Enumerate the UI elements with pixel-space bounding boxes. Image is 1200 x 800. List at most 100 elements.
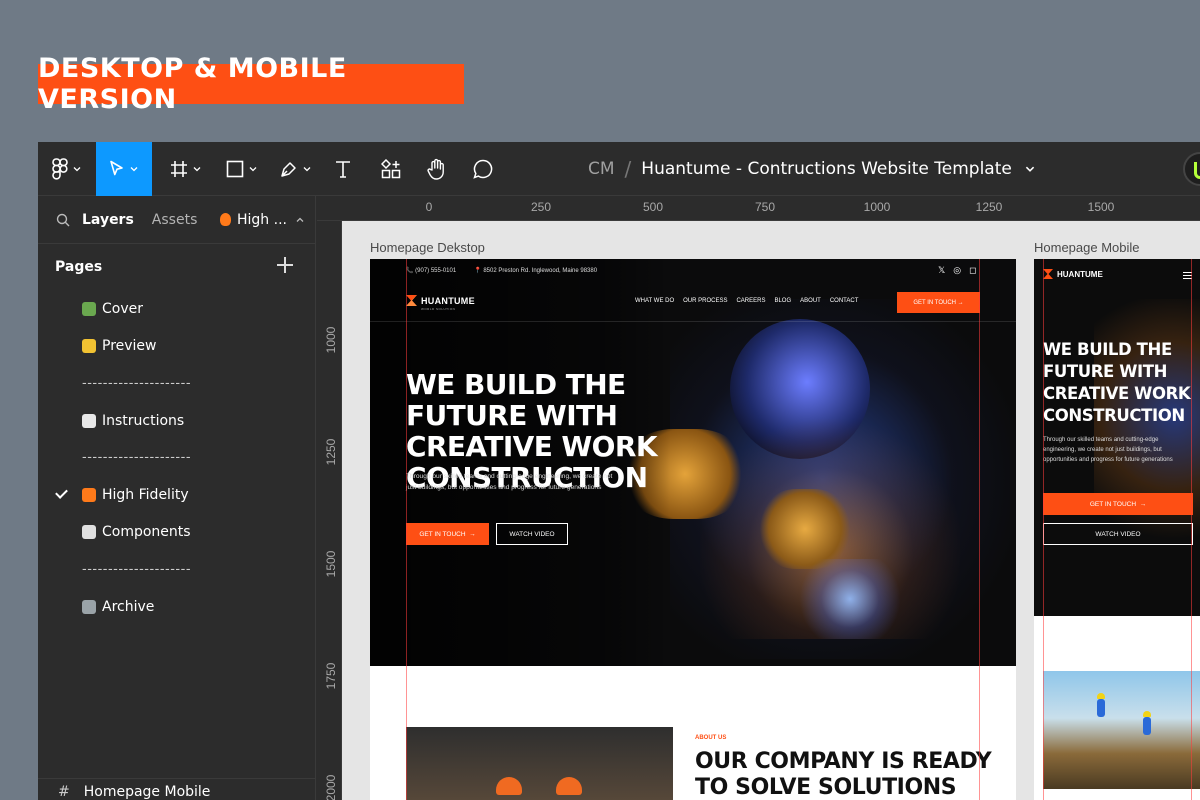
pages-header: Pages <box>38 244 315 290</box>
get-in-touch-button[interactable]: GET IN TOUCH → <box>406 523 489 545</box>
cursor-icon <box>110 160 123 176</box>
whatsapp-icon[interactable]: ◎ <box>953 265 961 276</box>
x-icon[interactable]: 𝕏 <box>938 265 945 276</box>
page-item[interactable]: Components <box>38 514 315 551</box>
page-label: Instructions <box>102 412 185 429</box>
tab-assets[interactable]: Assets <box>152 212 198 228</box>
ruler-tick: 0 <box>425 200 433 214</box>
about-image <box>406 727 673 800</box>
pages-list: Cover Preview --------------------- Instruc… <box>38 290 315 626</box>
canvas[interactable]: 0 250 500 750 1000 1250 1500 1000 1250 1… <box>317 196 1200 800</box>
mobile-hero-subtitle: Through our skilled teams and cutting-ed… <box>1043 437 1173 463</box>
ruler-tick: 1750 <box>324 662 338 690</box>
brand-name: HUANTUME <box>1057 269 1103 279</box>
welding-spark-image <box>790 559 910 639</box>
left-sidebar: Layers Assets High ... Pages Cover Previe… <box>38 196 316 800</box>
toolbar: CM / Huantume - Contructions Website Tem… <box>38 142 1200 196</box>
add-page-icon[interactable] <box>277 257 293 273</box>
watch-video-button[interactable]: WATCH VIDEO <box>496 523 568 545</box>
resources-icon <box>381 159 401 179</box>
nav-cta-button[interactable]: GET IN TOUCH → <box>897 292 980 313</box>
logo-mark-icon <box>406 295 417 306</box>
chevron-down-icon <box>193 167 201 172</box>
about-tag: ABOUT US <box>695 735 727 741</box>
nav-divider <box>370 321 1016 322</box>
pen-tool-button[interactable] <box>274 142 318 196</box>
desktop-frame[interactable]: 📞 (907) 555-0101 📍 8502 Preston Rd. Ingl… <box>370 259 1016 800</box>
page-item[interactable]: Preview <box>38 327 315 364</box>
layout-guide <box>1191 259 1192 800</box>
about-title: OUR COMPANY IS READY TO SOLVE SOLUTIONS … <box>695 749 992 800</box>
main-menu-button[interactable] <box>38 142 96 196</box>
tab-layers[interactable]: Layers <box>82 212 134 228</box>
ruler-tick: 500 <box>642 200 664 214</box>
sidebar-tabs: Layers Assets High ... <box>38 196 315 244</box>
team-name[interactable]: CM <box>588 159 615 179</box>
page-label: --------------------- <box>82 562 192 578</box>
current-page-label: High ... <box>237 211 287 228</box>
nav-item[interactable]: WHAT WE DO <box>635 298 674 304</box>
hard-hat-image <box>496 777 522 795</box>
pages-heading: Pages <box>55 259 103 275</box>
nav-item[interactable]: BLOG <box>774 298 791 304</box>
ruler-tick: 2000 <box>324 774 338 800</box>
memo-icon <box>82 413 96 428</box>
file-breadcrumb[interactable]: CM / Huantume - Contructions Website Tem… <box>588 142 1036 196</box>
mobile-workers-image <box>1043 671 1200 789</box>
frame-icon <box>171 161 187 177</box>
layer-row[interactable]: # Homepage Mobile <box>38 778 316 800</box>
search-icon[interactable] <box>56 213 70 227</box>
file-title[interactable]: Huantume - Contructions Website Template <box>641 159 1012 179</box>
mobile-get-in-touch-button[interactable]: GET IN TOUCH → <box>1043 493 1193 515</box>
nav-item[interactable]: CONTACT <box>830 298 859 304</box>
resources-button[interactable] <box>376 142 406 196</box>
page-item[interactable]: Cover <box>38 290 315 327</box>
mobile-hero: HUANTUME WE BUILD THE FUTURE WITH CREATI… <box>1034 259 1200 616</box>
page-item[interactable]: High Fidelity <box>38 476 315 513</box>
mobile-hero-title: WE BUILD THE FUTURE WITH CREATIVE WORK C… <box>1043 340 1191 425</box>
fire-icon <box>220 213 231 226</box>
comment-tool-button[interactable] <box>468 142 498 196</box>
current-page-selector[interactable]: High ... <box>220 212 305 228</box>
layout-guide <box>406 259 407 800</box>
hand-tool-button[interactable] <box>422 142 452 196</box>
rectangle-icon <box>226 160 244 178</box>
ruler-tick: 1000 <box>863 200 891 214</box>
text-tool-button[interactable] <box>328 142 358 196</box>
page-label: --------------------- <box>82 375 192 391</box>
ruler-tick: 1500 <box>324 550 338 578</box>
text-icon <box>336 161 350 178</box>
hero-image-glow <box>1094 299 1200 559</box>
nav-item[interactable]: ABOUT <box>800 298 821 304</box>
instagram-icon[interactable]: ◻ <box>969 265 976 276</box>
hard-hat-image <box>556 777 582 795</box>
contact-bar: 📞 (907) 555-0101 📍 8502 Preston Rd. Ingl… <box>406 267 597 274</box>
site-logo[interactable]: HUANTUME WORLD SOLUTION <box>406 295 475 311</box>
hero-section: 📞 (907) 555-0101 📍 8502 Preston Rd. Ingl… <box>370 259 1016 666</box>
hand-icon <box>427 158 444 180</box>
desktop-frame-label[interactable]: Homepage Dekstop <box>370 240 485 255</box>
page-item[interactable]: Archive <box>38 588 315 625</box>
check-icon <box>55 486 68 500</box>
mobile-frame[interactable]: HUANTUME WE BUILD THE FUTURE WITH CREATI… <box>1034 259 1200 800</box>
welder-glove-image <box>760 489 850 569</box>
social-links: 𝕏 ◎ ◻ <box>938 265 977 276</box>
frame-tool-button[interactable] <box>164 142 208 196</box>
dice-icon <box>82 525 96 540</box>
chevron-down-icon[interactable] <box>1024 163 1036 175</box>
page-divider: --------------------- <box>38 551 315 588</box>
hero-subtitle: Through our skilled teams and cutting-ed… <box>406 473 613 491</box>
avatar[interactable] <box>1183 152 1200 186</box>
move-tool-button[interactable] <box>96 142 152 196</box>
mobile-frame-label[interactable]: Homepage Mobile <box>1034 240 1140 255</box>
comment-icon <box>473 159 493 179</box>
page-item[interactable]: Instructions <box>38 402 315 439</box>
mobile-logo[interactable]: HUANTUME <box>1043 269 1103 279</box>
version-banner: DESKTOP & MOBILE VERSION <box>38 53 464 115</box>
page-label: Preview <box>102 337 157 354</box>
shape-tool-button[interactable] <box>220 142 264 196</box>
mobile-watch-video-button[interactable]: WATCH VIDEO <box>1043 523 1193 545</box>
chevron-down-icon <box>303 167 311 172</box>
nav-item[interactable]: OUR PROCESS <box>683 298 727 304</box>
nav-item[interactable]: CAREERS <box>736 298 765 304</box>
